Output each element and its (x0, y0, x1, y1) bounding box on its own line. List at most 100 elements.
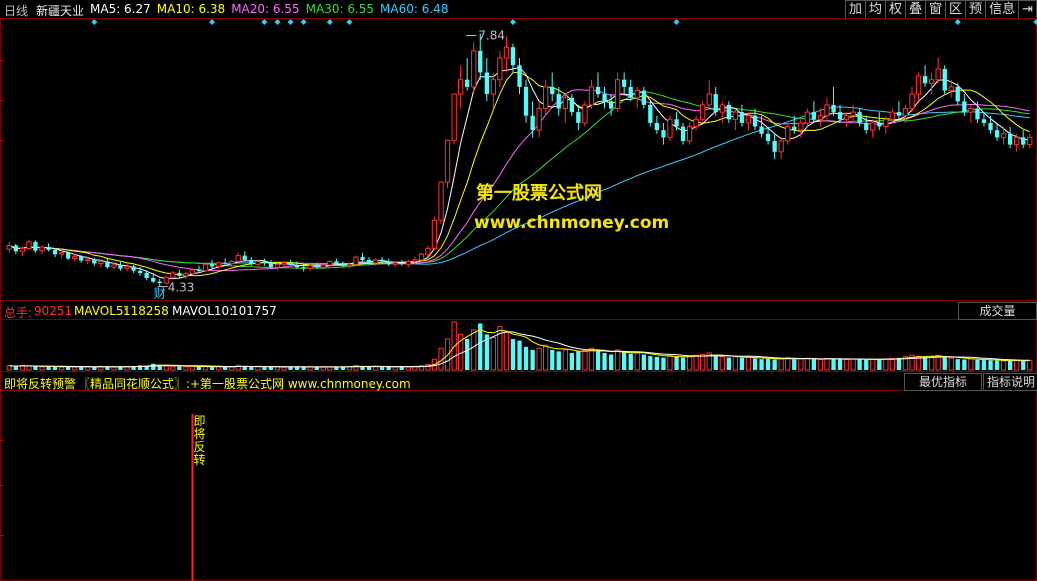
candle-body (1021, 137, 1026, 145)
candle-body (138, 270, 143, 273)
volume-bar (39, 366, 45, 371)
candle-body (550, 86, 555, 95)
volume-bar (661, 357, 666, 370)
volume-bar (929, 355, 935, 371)
candle-body (693, 118, 699, 128)
volume-bar (569, 353, 574, 370)
candle-body (92, 259, 97, 264)
volume-bar (850, 358, 856, 371)
mavol10-value: 101757 (231, 304, 277, 318)
volume-bar (955, 359, 960, 370)
volume-bar (870, 358, 876, 371)
volume-bar (785, 357, 791, 371)
info-marker-icon (261, 19, 268, 25)
volume-bar (877, 359, 882, 370)
candle-body (765, 133, 771, 141)
candle-body (864, 122, 869, 131)
volume-bar (752, 358, 758, 370)
volume-bar (981, 360, 987, 370)
volume-bar (170, 366, 176, 371)
candle-body (517, 65, 522, 87)
volume-bar (503, 332, 510, 371)
candle-body (235, 255, 241, 262)
candle-body (909, 93, 915, 109)
indicator-source: +第一股票公式网 www.chnmoney.com (190, 377, 411, 391)
volume-bar (843, 359, 850, 371)
candle-body (615, 79, 621, 109)
candle-body (327, 260, 333, 266)
candle-body (72, 255, 78, 259)
candle-body (26, 241, 32, 249)
volume-bar (837, 359, 843, 370)
candle-body (478, 50, 483, 73)
best-indicator-button[interactable]: 最优指标 (904, 373, 982, 391)
volume-bar (811, 359, 816, 370)
volume-bar (490, 337, 497, 371)
volume-bar (700, 354, 706, 371)
candle-body (268, 262, 274, 268)
volume-bar (883, 358, 889, 371)
volume-bar (46, 366, 51, 370)
volume-bar (680, 357, 686, 370)
volume-bar (92, 367, 97, 370)
candle-body (189, 269, 196, 275)
volume-bar (66, 366, 71, 370)
candle-body (465, 79, 470, 87)
candle-body (915, 75, 922, 95)
volume-bar (373, 366, 379, 371)
volume-bar (1014, 359, 1020, 371)
candle-body (929, 79, 935, 84)
candle-body (1027, 136, 1033, 146)
candle-body (196, 270, 202, 271)
candle-body (654, 122, 659, 131)
candle-body (202, 263, 209, 272)
volume-bar (864, 359, 869, 370)
candle-body (39, 246, 45, 252)
candle-body (320, 264, 326, 268)
volume-bar (732, 356, 739, 371)
candle-body (340, 263, 346, 266)
candle-body (131, 266, 136, 271)
candle-body (883, 118, 889, 128)
candle-body (700, 104, 706, 120)
volume-bar (896, 357, 902, 370)
candle-body (739, 112, 745, 123)
candle-body (497, 57, 503, 81)
volume-button[interactable]: 成交量 (958, 302, 1037, 320)
candle-body (405, 260, 412, 265)
volume-bar (13, 366, 18, 370)
candle-body (242, 255, 247, 260)
volume-bar (510, 339, 516, 370)
candle-body (425, 247, 431, 255)
candle-body (942, 68, 947, 91)
volume-bar (994, 360, 1000, 370)
volume-bar (1000, 360, 1007, 371)
volume-bar (962, 359, 967, 370)
candle-body (922, 76, 928, 84)
info-marker-icon (300, 19, 307, 25)
candle-body (111, 264, 117, 268)
candle-body (380, 259, 385, 262)
volume-bar (111, 366, 117, 371)
candle-body (1000, 133, 1007, 138)
candle-body (732, 111, 739, 120)
candle-body (719, 104, 726, 113)
candle-body (274, 263, 281, 268)
volume-bar (739, 357, 745, 370)
candle-body (817, 115, 824, 120)
volume-bar (1008, 360, 1013, 370)
candle-body (523, 86, 529, 116)
volume-bar (262, 367, 267, 370)
candle-body (295, 265, 300, 268)
volume-bar (804, 357, 811, 371)
candle-body (314, 265, 319, 268)
indicator-name[interactable]: 即将反转预警 (4, 375, 76, 392)
volume-bar (922, 357, 928, 370)
volume-bar (745, 356, 752, 371)
candle-body (255, 260, 261, 265)
volume-bar (726, 357, 731, 370)
indicator-help-button[interactable]: 指标说明 (983, 373, 1037, 391)
volume-bar (948, 357, 954, 371)
volume-bar (543, 344, 549, 371)
candle-body (981, 119, 987, 123)
